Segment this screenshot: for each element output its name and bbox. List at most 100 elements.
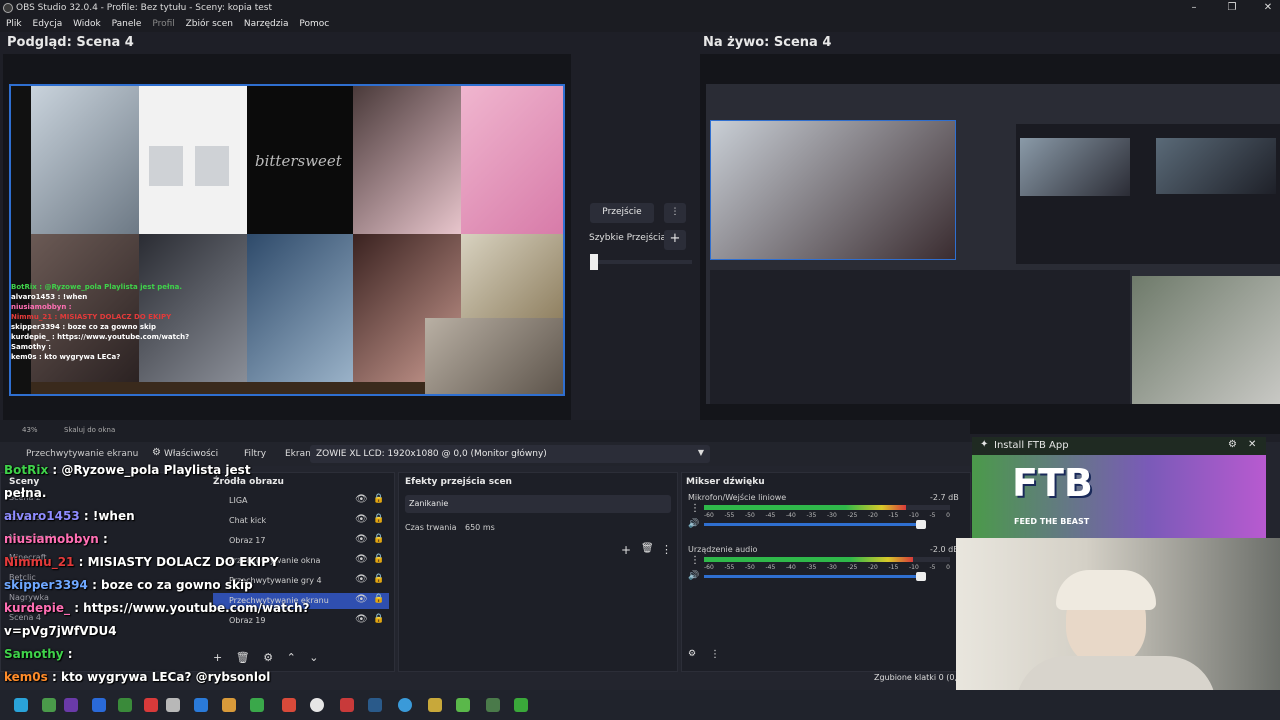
app-icon[interactable] bbox=[92, 698, 106, 712]
move-down-button[interactable]: ⌄ bbox=[309, 651, 318, 664]
transition-button[interactable]: Przejście bbox=[590, 203, 654, 223]
lock-icon[interactable]: 🔒 bbox=[373, 494, 384, 504]
app-icon[interactable] bbox=[42, 698, 56, 712]
minimize-button[interactable]: – bbox=[1184, 0, 1204, 16]
transition-kebab-icon[interactable]: ⋮ bbox=[661, 543, 672, 556]
visibility-eye-icon[interactable]: 👁 bbox=[355, 574, 368, 585]
speaker-icon[interactable]: 🔊 bbox=[688, 571, 699, 581]
close-button[interactable]: ✕ bbox=[1258, 0, 1278, 16]
lock-icon[interactable]: 🔒 bbox=[373, 574, 384, 584]
meter-scale: -60 -55 -50 -45 -40 -35 -30 -25 -20 -15 -10 -5 0 bbox=[704, 512, 950, 519]
steam-icon[interactable] bbox=[368, 698, 382, 712]
app-icon[interactable] bbox=[166, 698, 180, 712]
scale-mode[interactable]: Skaluj do okna bbox=[64, 426, 115, 434]
visibility-eye-icon[interactable]: 👁 bbox=[355, 594, 368, 605]
ftb-settings-icon[interactable]: ⚙ bbox=[1228, 439, 1237, 450]
chat-message: alvaro1453 : !when bbox=[4, 504, 135, 528]
app-icon[interactable] bbox=[194, 698, 208, 712]
lock-icon[interactable]: 🔒 bbox=[373, 534, 384, 544]
lock-icon[interactable]: 🔒 bbox=[373, 614, 384, 624]
mixer-kebab-icon[interactable]: ⋮ bbox=[710, 649, 720, 660]
brave-icon[interactable] bbox=[282, 698, 296, 712]
menu-panele[interactable]: Panele bbox=[112, 16, 142, 32]
visibility-eye-icon[interactable]: 👁 bbox=[355, 554, 368, 565]
preview-status-row: 43% Skaluj do okna bbox=[0, 420, 970, 442]
transition-menu-kebab[interactable]: ⋮ bbox=[664, 203, 686, 223]
ftb-close-icon[interactable]: ✕ bbox=[1248, 439, 1256, 450]
menu-narzedzia[interactable]: Narzędzia bbox=[244, 16, 289, 32]
volume-slider[interactable] bbox=[704, 572, 926, 581]
edge-icon[interactable] bbox=[398, 698, 412, 712]
photo-tile bbox=[139, 86, 247, 234]
app-icon[interactable] bbox=[486, 698, 500, 712]
volume-slider-handle[interactable] bbox=[916, 520, 926, 529]
transitions-dock: Efekty przejścia scen Zanikanie Czas trw… bbox=[398, 472, 678, 672]
speaker-icon[interactable]: 🔊 bbox=[688, 519, 699, 529]
lock-icon[interactable]: 🔒 bbox=[373, 594, 384, 604]
chat-username: alvaro1453 bbox=[4, 509, 84, 523]
lock-icon[interactable]: 🔒 bbox=[373, 514, 384, 524]
meter-scale-tick: -30 bbox=[827, 564, 837, 571]
channel-kebab-icon[interactable]: ⋮ bbox=[690, 555, 700, 566]
add-quick-transition-button[interactable]: + bbox=[664, 230, 686, 250]
t-bar-handle[interactable] bbox=[590, 254, 598, 270]
minecraft-icon[interactable] bbox=[456, 698, 470, 712]
chat-message: Samothy : bbox=[4, 642, 73, 666]
preview-frame[interactable]: bittersweet BotRix : @Ryzowe_pola Playli… bbox=[9, 84, 565, 396]
menu-pomoc[interactable]: Pomoc bbox=[299, 16, 329, 32]
mixer-settings-icon[interactable]: ⚙ bbox=[688, 649, 696, 659]
screen-select[interactable]: ZOWIE XL LCD: 1920x1080 @ 0,0 (Monitor g… bbox=[310, 445, 710, 463]
duration-input[interactable]: 650 ms bbox=[461, 519, 671, 537]
visibility-eye-icon[interactable]: 👁 bbox=[355, 494, 368, 505]
obs-taskbar-icon[interactable] bbox=[310, 698, 324, 712]
menu-profil[interactable]: Profil bbox=[152, 16, 174, 32]
windows-start-icon[interactable] bbox=[14, 698, 28, 712]
transition-effect-select[interactable]: Zanikanie bbox=[405, 495, 671, 513]
chat-username: kem0s bbox=[4, 670, 52, 684]
program-output bbox=[706, 84, 1280, 404]
app-icon[interactable] bbox=[144, 698, 158, 712]
program-canvas[interactable] bbox=[700, 54, 1280, 434]
chat-message: Nimmu_21 : MISIASTY DOLACZ DO EKIPY bbox=[4, 550, 279, 574]
nested-preview bbox=[710, 120, 956, 260]
nested-thumb bbox=[1156, 138, 1276, 194]
volume-slider[interactable] bbox=[704, 520, 926, 529]
menu-plik[interactable]: Plik bbox=[6, 16, 22, 32]
t-bar-slider[interactable] bbox=[590, 254, 692, 270]
volume-slider-handle[interactable] bbox=[916, 572, 926, 581]
preview-canvas[interactable]: bittersweet BotRix : @Ryzowe_pola Playli… bbox=[3, 54, 571, 426]
gear-icon[interactable]: ⚙ bbox=[152, 447, 161, 458]
menu-edycja[interactable]: Edycja bbox=[33, 16, 63, 32]
ftb-install-popup[interactable]: ✦ Install FTB App ⚙ ✕ FTB FEED THE BEAST bbox=[972, 437, 1266, 541]
visibility-eye-icon[interactable]: 👁 bbox=[355, 534, 368, 545]
visibility-eye-icon[interactable]: 👁 bbox=[355, 514, 368, 525]
chat-text: : bbox=[103, 532, 108, 546]
zoom-level[interactable]: 43% bbox=[22, 426, 38, 434]
app-icon[interactable] bbox=[250, 698, 264, 712]
menu-widok[interactable]: Widok bbox=[73, 16, 101, 32]
app-icon[interactable] bbox=[514, 698, 528, 712]
meter-scale-tick: 0 bbox=[946, 512, 950, 519]
app-icon[interactable] bbox=[118, 698, 132, 712]
meter-scale-tick: -10 bbox=[909, 564, 919, 571]
add-transition-button[interactable]: + bbox=[621, 543, 631, 557]
app-icon[interactable] bbox=[222, 698, 236, 712]
chat-overlay: BotRix : @Ryzowe_pola Playlista jest pełn… bbox=[0, 458, 310, 720]
chat-text: : bbox=[67, 647, 73, 661]
app-icon[interactable] bbox=[340, 698, 354, 712]
chat-message: skipper3394 : boze co za gowno skip bbox=[4, 573, 253, 597]
meter-scale-tick: -20 bbox=[868, 512, 878, 519]
channel-kebab-icon[interactable]: ⋮ bbox=[690, 503, 700, 514]
meter-scale-tick: -40 bbox=[786, 512, 796, 519]
app-icon[interactable] bbox=[428, 698, 442, 712]
remove-transition-button[interactable]: 🗑 bbox=[641, 543, 654, 554]
nested-docks bbox=[710, 270, 1130, 404]
lock-icon[interactable]: 🔒 bbox=[373, 554, 384, 564]
meter-scale-tick: -25 bbox=[847, 564, 858, 571]
maximize-button[interactable]: ❐ bbox=[1222, 0, 1242, 16]
visibility-eye-icon[interactable]: 👁 bbox=[355, 614, 368, 625]
menu-zbior-scen[interactable]: Zbiór scen bbox=[186, 16, 233, 32]
app-icon[interactable] bbox=[64, 698, 78, 712]
volume-meter bbox=[704, 505, 950, 510]
bittersweet-logo: bittersweet bbox=[255, 152, 342, 170]
